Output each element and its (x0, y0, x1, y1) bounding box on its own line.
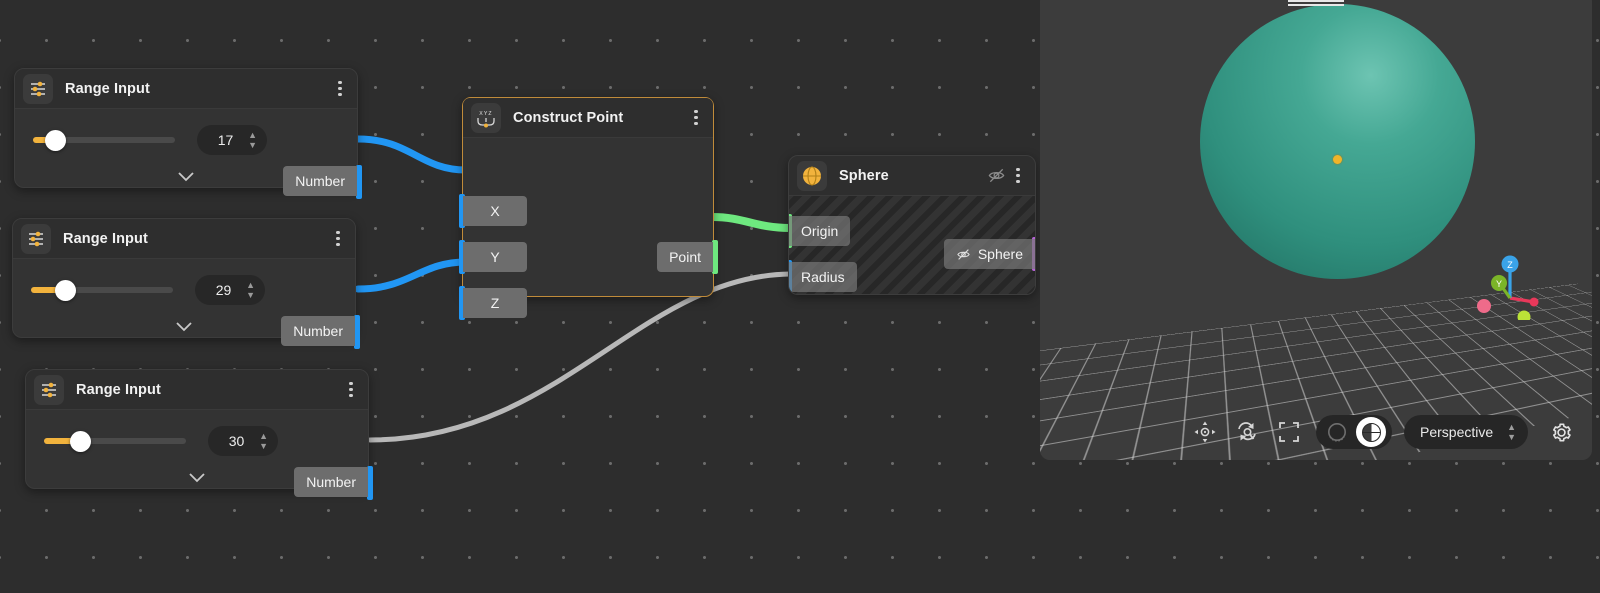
chevron-up-icon[interactable]: ▲ (248, 132, 257, 139)
viewport-toolbar[interactable]: Perspective ▲▼ (1040, 404, 1592, 460)
svg-text:XYZ: XYZ (479, 111, 492, 117)
input-chip-z[interactable]: Z (463, 288, 527, 318)
node-header[interactable]: Range Input (26, 370, 368, 410)
output-label: Number (293, 323, 343, 339)
node-title: Construct Point (513, 110, 623, 126)
viewport-panel[interactable]: Z Y (1040, 0, 1592, 460)
node-title: Range Input (63, 231, 148, 247)
node-sphere[interactable]: Sphere Origin Radius (788, 155, 1036, 295)
value-text: 17 (197, 132, 248, 148)
output-chip-number[interactable]: Number (281, 316, 355, 346)
node-body: Origin Radius Sphere (789, 196, 1035, 294)
chevron-down-icon[interactable]: ▼ (248, 142, 257, 149)
node-range-input-3[interactable]: Range Input 30 ▲ ▼ (25, 369, 369, 489)
fit-frame-icon[interactable] (1274, 417, 1304, 447)
node-header[interactable]: XYZ Construct Point (463, 98, 713, 138)
gear-icon[interactable] (1546, 417, 1576, 447)
node-title: Range Input (65, 81, 150, 97)
wireframe-shading-icon[interactable] (1322, 417, 1352, 447)
panel-drag-handle[interactable] (1288, 0, 1344, 6)
input-label: Z (491, 295, 500, 311)
sliders-icon (23, 74, 53, 104)
projection-select[interactable]: Perspective ▲▼ (1404, 415, 1528, 449)
shading-mode-group[interactable] (1316, 415, 1392, 449)
sliders-icon (21, 224, 51, 254)
node-range-input-1[interactable]: Range Input 17 ▲ ▼ (14, 68, 358, 188)
range-slider[interactable] (31, 287, 173, 293)
range-row: 30 ▲ ▼ (26, 410, 368, 472)
node-title: Sphere (839, 168, 889, 184)
output-label: Number (306, 474, 356, 490)
value-field[interactable]: 30 ▲ ▼ (208, 426, 278, 456)
refresh-search-icon[interactable] (1232, 417, 1262, 447)
eye-off-icon (956, 247, 971, 262)
gizmo-axis-y-label: Y (1496, 279, 1502, 289)
gizmo-axis-z-label: Z (1507, 260, 1513, 270)
output-chip-number[interactable]: Number (283, 166, 357, 196)
kebab-menu-icon[interactable] (329, 76, 351, 102)
wire-point-to-origin (712, 217, 790, 228)
projection-label: Perspective (1420, 424, 1493, 440)
value-field[interactable]: 17 ▲ ▼ (197, 125, 267, 155)
node-header[interactable]: Range Input (13, 219, 355, 259)
pan-orbit-icon[interactable] (1190, 417, 1220, 447)
range-slider[interactable] (33, 137, 175, 143)
output-label: Point (669, 249, 701, 265)
input-chip-origin[interactable]: Origin (789, 216, 850, 246)
viewport-scene[interactable]: Z Y (1040, 0, 1592, 460)
eye-off-icon[interactable] (985, 163, 1007, 189)
axis-gizmo[interactable]: Z Y (1476, 240, 1556, 320)
range-row: 17 ▲ ▼ (15, 109, 357, 171)
wire-number2-to-z (358, 262, 466, 289)
node-construct-point[interactable]: XYZ Construct Point X Y (462, 97, 714, 297)
input-label: X (490, 203, 499, 219)
number-stepper[interactable]: ▲ ▼ (246, 282, 265, 299)
input-chip-radius[interactable]: Radius (789, 262, 857, 292)
node-body: 17 ▲ ▼ Number (15, 109, 357, 199)
origin-point-marker (1333, 155, 1342, 164)
output-label: Number (295, 173, 345, 189)
node-body: 30 ▲ ▼ Number (26, 410, 368, 500)
value-text: 29 (195, 282, 246, 298)
xyz-point-icon: XYZ (471, 103, 501, 133)
kebab-menu-icon[interactable] (340, 377, 362, 403)
node-header[interactable]: Range Input (15, 69, 357, 109)
wire-number3-to-radius (370, 274, 790, 440)
input-label: Radius (801, 269, 845, 285)
wire-number1-to-x (358, 139, 466, 170)
chevron-updown-icon[interactable]: ▲▼ (1507, 424, 1516, 441)
range-row: 29 ▲ ▼ (13, 259, 355, 321)
output-chip-sphere[interactable]: Sphere (944, 239, 1035, 269)
kebab-menu-icon[interactable] (685, 105, 707, 131)
number-stepper[interactable]: ▲ ▼ (259, 433, 278, 450)
solid-shading-icon[interactable] (1356, 417, 1386, 447)
input-chip-y[interactable]: Y (463, 242, 527, 272)
value-field[interactable]: 29 ▲ ▼ (195, 275, 265, 305)
number-stepper[interactable]: ▲ ▼ (248, 132, 267, 149)
node-header[interactable]: Sphere (789, 156, 1035, 196)
input-label: Y (490, 249, 499, 265)
sliders-icon (34, 375, 64, 405)
range-slider[interactable] (44, 438, 186, 444)
node-body: X Y Z Point (463, 138, 713, 296)
value-text: 30 (208, 433, 259, 449)
output-chip-number[interactable]: Number (294, 467, 368, 497)
chevron-down-icon[interactable]: ▼ (259, 443, 268, 450)
chevron-up-icon[interactable]: ▲ (259, 433, 268, 440)
sphere-mesh[interactable] (1200, 4, 1475, 279)
chevron-down-icon[interactable]: ▼ (246, 292, 255, 299)
node-body: 29 ▲ ▼ Number (13, 259, 355, 349)
sphere-icon (797, 161, 827, 191)
output-label: Sphere (978, 246, 1023, 262)
output-chip-point[interactable]: Point (657, 242, 713, 272)
kebab-menu-icon[interactable] (1007, 163, 1029, 189)
node-title: Range Input (76, 382, 161, 398)
node-range-input-2[interactable]: Range Input 29 ▲ ▼ (12, 218, 356, 338)
kebab-menu-icon[interactable] (327, 226, 349, 252)
input-chip-x[interactable]: X (463, 196, 527, 226)
chevron-up-icon[interactable]: ▲ (246, 282, 255, 289)
input-label: Origin (801, 223, 838, 239)
